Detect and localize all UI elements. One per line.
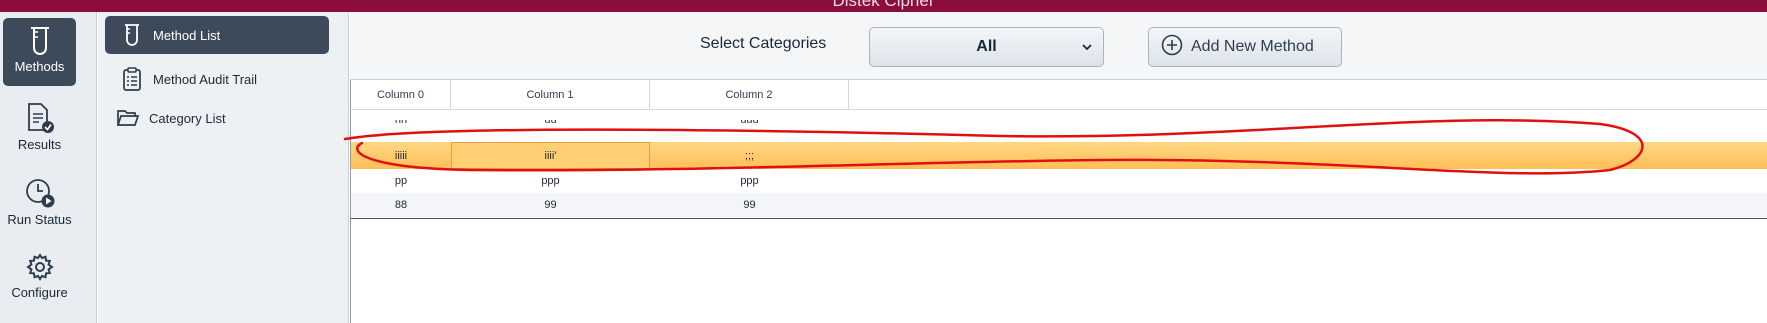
- nav-method-list-label: Method List: [153, 27, 221, 43]
- add-new-method-label: Add New Method: [1191, 38, 1314, 55]
- column-header[interactable]: Column 0: [351, 80, 451, 110]
- rail-results-button[interactable]: Results: [3, 102, 76, 166]
- clock-play-icon: [24, 177, 56, 209]
- nav-method-audit-trail-label: Method Audit Trail: [153, 71, 258, 87]
- chevron-down-icon: [1081, 40, 1093, 59]
- table-row-selected[interactable]: iiiii iiii' ;;;: [351, 142, 1767, 169]
- grid-divider: [351, 218, 1767, 219]
- grid-header: Column 0 Column 1 Column 2: [351, 80, 1767, 110]
- rail-run-status-label: Run Status: [7, 212, 72, 227]
- table-cell: ;;;: [744, 149, 755, 162]
- nav-category-list-label: Category List: [149, 110, 226, 126]
- column-header[interactable]: Column 2: [650, 80, 849, 110]
- category-dropdown[interactable]: All: [869, 27, 1104, 67]
- table-row[interactable]: pp ppp ppp: [351, 169, 1767, 193]
- clipboard-list-icon: [119, 67, 145, 91]
- method-grid: Column 0 Column 1 Column 2 nn uu uuu iii…: [350, 80, 1767, 323]
- table-cell-focused: iiii': [451, 142, 650, 169]
- column-header[interactable]: Column 1: [451, 80, 650, 110]
- title-bar: Distek Cipher: [0, 0, 1767, 12]
- rail-results-label: Results: [17, 137, 62, 152]
- rail-configure-button[interactable]: Configure: [3, 252, 76, 316]
- nav-category-list[interactable]: Category List: [105, 99, 329, 137]
- table-row[interactable]: 88 99 99: [351, 193, 1767, 217]
- gear-icon: [25, 252, 55, 282]
- beaker-icon: [28, 26, 52, 56]
- table-cell: 88: [394, 199, 408, 211]
- table-cell: uu: [544, 120, 557, 126]
- nav-method-list[interactable]: Method List: [105, 16, 329, 54]
- table-cell: nn: [394, 120, 408, 126]
- icon-rail: Methods Results Run Status Configure: [0, 12, 97, 323]
- table-cell: iiiii: [394, 149, 408, 162]
- table-cell: uuu: [740, 120, 759, 126]
- category-select-label: Select Categories: [700, 35, 827, 52]
- folder-open-icon: [115, 108, 141, 128]
- table-cell: 99: [544, 199, 557, 211]
- report-check-icon: [25, 102, 55, 134]
- method-sidenav: Method List Method Audit Trail Category …: [98, 12, 349, 323]
- table-cell: ppp: [740, 175, 759, 187]
- table-cell: pp: [394, 175, 408, 187]
- table-cell: ppp: [541, 175, 560, 187]
- table-row[interactable]: nn uu uuu: [351, 120, 1767, 131]
- add-new-method-button[interactable]: Add New Method: [1148, 27, 1342, 67]
- window-title: Distek Cipher: [832, 0, 935, 10]
- plus-circle-icon: [1161, 34, 1191, 61]
- rail-methods-label: Methods: [14, 59, 65, 74]
- category-dropdown-value: All: [976, 38, 997, 55]
- rail-configure-label: Configure: [11, 285, 68, 300]
- beaker-icon: [119, 24, 145, 46]
- rail-methods-button[interactable]: Methods: [3, 18, 76, 86]
- table-cell: 99: [743, 199, 756, 211]
- rail-run-status-button[interactable]: Run Status: [3, 177, 76, 241]
- nav-method-audit-trail[interactable]: Method Audit Trail: [105, 60, 329, 98]
